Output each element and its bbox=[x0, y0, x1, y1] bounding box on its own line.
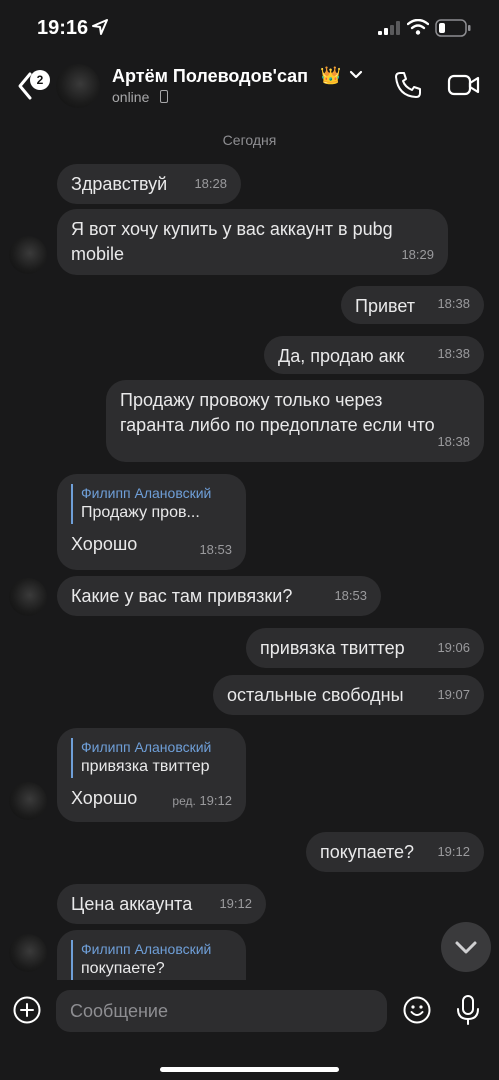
wifi-icon bbox=[407, 19, 429, 35]
message-text: Хорошо bbox=[71, 788, 138, 808]
message-list[interactable]: Сегодня Здравствуй 18:28 Я вот хочу купи… bbox=[0, 120, 499, 980]
message-time: 19:12 bbox=[219, 896, 252, 911]
message-time: 18:38 bbox=[437, 346, 470, 361]
chevron-down-icon[interactable] bbox=[349, 70, 363, 80]
outgoing-message[interactable]: привязка твиттер 19:06 bbox=[246, 628, 484, 668]
video-call-button[interactable] bbox=[447, 72, 481, 98]
message-time: 18:53 bbox=[199, 542, 232, 557]
outgoing-message[interactable]: Привет 18:38 bbox=[341, 286, 484, 324]
message-time: 18:38 bbox=[437, 296, 470, 311]
signal-icon bbox=[378, 21, 400, 35]
message-text: Здравствуй bbox=[71, 174, 168, 194]
edited-label: ред. bbox=[172, 794, 196, 808]
unread-badge: 2 bbox=[30, 70, 50, 90]
incoming-message[interactable]: Какие у вас там привязки? 18:53 bbox=[57, 576, 381, 616]
contact-avatar-small[interactable] bbox=[9, 236, 47, 274]
add-attachment-button[interactable] bbox=[12, 995, 42, 1025]
status-time: 19:16 bbox=[37, 17, 89, 39]
outgoing-message[interactable]: Продажу провожу только через гаранта либ… bbox=[106, 380, 484, 462]
message-time: 19:12 bbox=[199, 793, 232, 808]
battery-icon bbox=[435, 19, 471, 37]
location-arrow-icon bbox=[92, 19, 108, 35]
reply-quote[interactable]: Филипп Алановский Продажу пров... bbox=[71, 484, 232, 524]
message-text: Цена аккаунта bbox=[71, 894, 193, 914]
incoming-message[interactable]: Филипп Алановский Продажу пров... Хорошо… bbox=[57, 474, 246, 570]
reply-author: Филипп Алановский bbox=[81, 739, 212, 755]
message-text: Привет bbox=[355, 296, 416, 316]
incoming-message[interactable]: Филипп Алановский привязка твиттер Хорош… bbox=[57, 728, 246, 822]
contact-avatar-small[interactable] bbox=[9, 934, 47, 972]
message-text: привязка твиттер bbox=[260, 638, 405, 658]
crown-icon: 👑 bbox=[320, 66, 342, 85]
back-button[interactable]: 2 bbox=[8, 64, 50, 104]
outgoing-message[interactable]: покупаете? 19:12 bbox=[306, 832, 484, 872]
reply-text: Продажу пров... bbox=[81, 504, 200, 521]
message-time-edited: ред. 19:12 bbox=[172, 788, 232, 814]
message-text: Какие у вас там привязки? bbox=[71, 586, 293, 606]
message-time: 19:07 bbox=[437, 687, 470, 702]
mobile-device-icon bbox=[160, 90, 168, 103]
reply-text: привязка твиттер bbox=[81, 758, 210, 775]
status-bar: 19:16 bbox=[0, 0, 499, 56]
presence-status: online bbox=[112, 89, 150, 105]
contact-avatar[interactable] bbox=[56, 64, 100, 108]
home-indicator bbox=[160, 1067, 339, 1072]
message-input[interactable] bbox=[56, 990, 387, 1032]
call-button[interactable] bbox=[393, 70, 423, 100]
message-text: остальные свободны bbox=[227, 685, 404, 705]
outgoing-message[interactable]: Да, продаю акк 18:38 bbox=[264, 336, 484, 374]
message-text: Продажу провожу только через гаранта либ… bbox=[120, 390, 435, 435]
chat-header: 2 Артём Полеводов'сап 👑 online bbox=[0, 56, 499, 120]
message-text: покупаете? bbox=[320, 842, 415, 862]
message-composer bbox=[0, 980, 499, 1080]
contact-avatar-small[interactable] bbox=[9, 578, 47, 616]
contact-name[interactable]: Артём Полеводов'сап bbox=[112, 66, 308, 87]
outgoing-message[interactable]: остальные свободны 19:07 bbox=[213, 675, 484, 715]
message-time: 18:53 bbox=[334, 588, 367, 603]
microphone-button[interactable] bbox=[455, 994, 481, 1026]
date-separator: Сегодня bbox=[222, 132, 277, 148]
message-time: 19:12 bbox=[437, 844, 470, 859]
incoming-message[interactable]: Здравствуй 18:28 bbox=[57, 164, 241, 204]
emoji-button[interactable] bbox=[402, 995, 432, 1025]
message-text: Я вот хочу купить у вас аккаунт в pubg m… bbox=[71, 219, 393, 264]
message-time: 18:29 bbox=[401, 247, 434, 262]
reply-author: Филипп Алановский bbox=[81, 941, 212, 957]
incoming-message[interactable]: Цена аккаунта 19:12 bbox=[57, 884, 266, 924]
reply-quote[interactable]: Филипп Алановский привязка твиттер bbox=[71, 738, 232, 778]
incoming-message[interactable]: Я вот хочу купить у вас аккаунт в pubg m… bbox=[57, 209, 448, 275]
message-text: Да, продаю акк bbox=[278, 346, 405, 366]
message-text: Хорошо bbox=[71, 534, 138, 554]
contact-avatar-small[interactable] bbox=[9, 782, 47, 820]
chevron-down-icon bbox=[455, 941, 477, 954]
reply-author: Филипп Алановский bbox=[81, 485, 212, 501]
reply-text: покупаете? bbox=[81, 960, 165, 977]
incoming-message[interactable]: Филипп Алановский покупаете? bbox=[57, 930, 246, 980]
reply-quote[interactable]: Филипп Алановский покупаете? bbox=[71, 940, 232, 980]
scroll-to-bottom-button[interactable] bbox=[441, 922, 491, 972]
message-time: 18:28 bbox=[194, 176, 227, 191]
message-time: 19:06 bbox=[437, 640, 470, 655]
message-time: 18:38 bbox=[437, 434, 470, 449]
